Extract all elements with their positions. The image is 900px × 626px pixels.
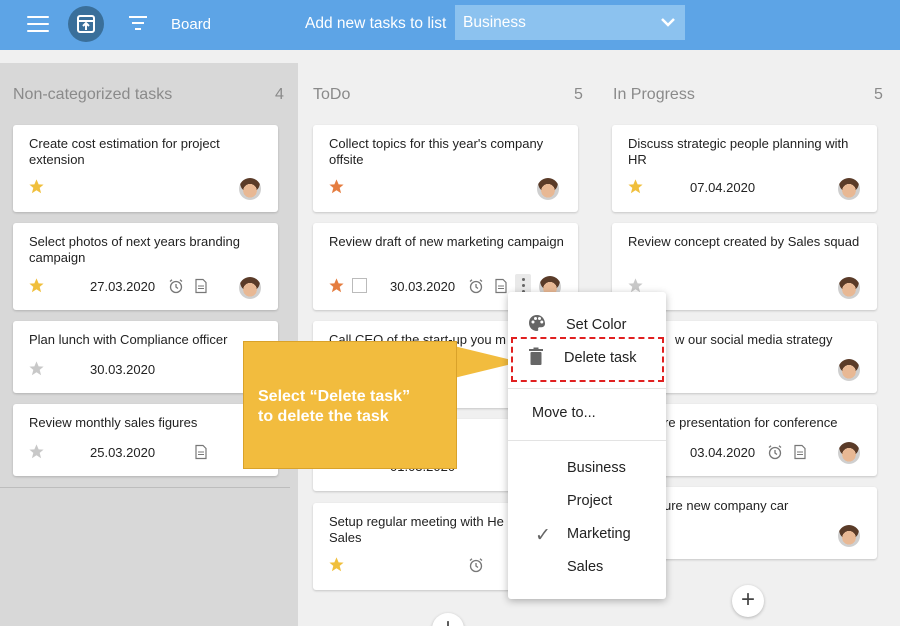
star-icon[interactable]: [28, 277, 45, 294]
add-new-tasks-label: Add new tasks to list: [305, 15, 447, 32]
star-icon[interactable]: [328, 277, 345, 294]
star-icon[interactable]: [627, 178, 644, 195]
document-icon[interactable]: [193, 278, 209, 294]
task-due-date: 27.03.2020: [90, 279, 156, 294]
alarm-clock-icon[interactable]: [168, 278, 184, 294]
column-title: In Progress: [613, 86, 695, 103]
alarm-clock-icon[interactable]: [468, 278, 484, 294]
alarm-clock-icon[interactable]: [767, 444, 783, 460]
task-title: re presentation for conference: [664, 415, 838, 430]
task-title: w our social media strategy: [675, 332, 833, 347]
star-icon[interactable]: [328, 556, 345, 573]
add-task-button[interactable]: +: [732, 585, 764, 617]
task-card[interactable]: Collect topics for this year's company o…: [313, 125, 578, 212]
card-context-menu: Set Color Delete task Move to... Busines…: [508, 292, 666, 599]
top-bar: Board Add new tasks to list Business: [0, 0, 900, 50]
task-due-date: 07.04.2020: [690, 180, 756, 195]
task-card[interactable]: Select photos of next years branding cam…: [13, 223, 278, 310]
checkmark-icon: ✓: [535, 525, 551, 546]
category-marketing[interactable]: Marketing: [567, 526, 631, 542]
add-symbol: +: [740, 586, 755, 613]
set-color-menu-item[interactable]: Set Color: [566, 317, 626, 333]
column-divider: [0, 487, 290, 488]
task-due-date: 03.04.2020: [690, 445, 756, 460]
column-count: 5: [874, 86, 883, 103]
menu-divider: [508, 388, 666, 389]
task-title: Create cost estimation for project exten…: [29, 136, 220, 167]
column-title: Non-categorized tasks: [13, 86, 173, 103]
board-link[interactable]: Board: [171, 16, 211, 33]
column-count: 5: [574, 86, 583, 103]
task-due-date: 25.03.2020: [90, 445, 156, 460]
callout-line: Select “Delete task”: [258, 388, 411, 405]
document-icon[interactable]: [493, 278, 509, 294]
archive-icon: [77, 15, 95, 33]
move-to-menu-item[interactable]: Move to...: [532, 405, 596, 421]
task-title: Review concept created by Sales squad: [628, 234, 860, 249]
archive-button[interactable]: [68, 6, 104, 42]
palette-icon: [529, 315, 545, 331]
task-title: Review monthly sales figures: [29, 415, 198, 430]
task-title: Discuss strategic people planning with H…: [628, 136, 849, 167]
avatar[interactable]: [239, 178, 261, 200]
category-project[interactable]: Project: [567, 493, 612, 509]
delete-task-highlight: [511, 337, 664, 382]
task-card[interactable]: Review monthly sales figures 25.03.2020: [13, 404, 278, 476]
menu-divider: [508, 440, 666, 441]
task-title: Select photos of next years branding cam…: [29, 234, 241, 265]
filter-icon[interactable]: [128, 14, 148, 32]
add-symbol: +: [432, 615, 464, 626]
star-icon[interactable]: [28, 443, 45, 460]
alarm-clock-icon[interactable]: [468, 557, 484, 573]
star-icon[interactable]: [28, 360, 45, 377]
task-card[interactable]: Create cost estimation for project exten…: [13, 125, 278, 212]
document-icon[interactable]: [792, 444, 808, 460]
task-checkbox[interactable]: [352, 278, 367, 293]
add-task-button[interactable]: +: [432, 613, 464, 626]
avatar[interactable]: [838, 359, 860, 381]
task-card[interactable]: Discuss strategic people planning with H…: [612, 125, 877, 212]
task-title: Plan lunch with Compliance officer: [29, 332, 228, 347]
avatar[interactable]: [838, 442, 860, 464]
avatar[interactable]: [838, 178, 860, 200]
task-title: ure new company car: [664, 498, 789, 513]
task-title: Review draft of new marketing campaign: [329, 234, 564, 249]
avatar[interactable]: [239, 277, 261, 299]
document-icon[interactable]: [193, 444, 209, 460]
task-due-date: 30.03.2020: [390, 279, 456, 294]
column-count: 4: [275, 86, 284, 103]
list-select-value: Business: [463, 14, 526, 31]
hamburger-menu-icon[interactable]: [27, 15, 49, 33]
chevron-down-icon: [661, 18, 675, 27]
star-icon[interactable]: [328, 178, 345, 195]
column-title: ToDo: [313, 86, 351, 103]
task-card[interactable]: Plan lunch with Compliance officer 30.03…: [13, 321, 278, 393]
avatar[interactable]: [537, 178, 559, 200]
tutorial-callout: Select “Delete task” to delete the task: [243, 341, 457, 469]
category-business[interactable]: Business: [567, 460, 626, 476]
task-due-date: 30.03.2020: [90, 362, 156, 377]
task-title: Collect topics for this year's company o…: [329, 136, 544, 167]
list-select[interactable]: Business: [455, 5, 685, 40]
category-sales[interactable]: Sales: [567, 559, 603, 575]
callout-line: to delete the task: [258, 408, 389, 425]
star-icon[interactable]: [28, 178, 45, 195]
avatar[interactable]: [838, 277, 860, 299]
avatar[interactable]: [838, 525, 860, 547]
task-title: Setup regular meeting with He Sales: [329, 514, 504, 545]
